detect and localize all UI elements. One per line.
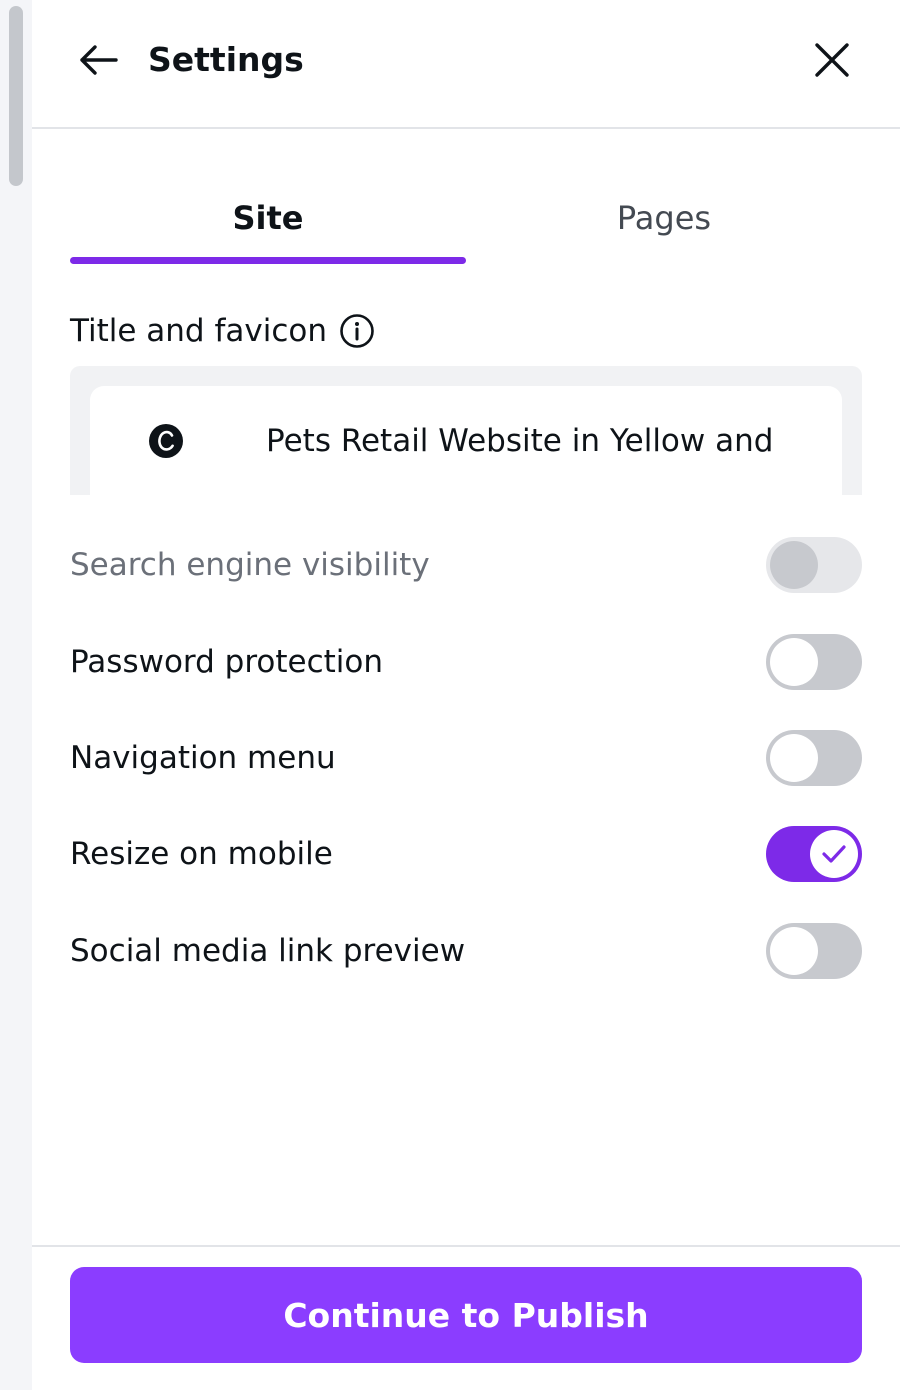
- setting-label: Search engine visibility: [70, 547, 430, 583]
- setting-row-password-protection: Password protection: [70, 632, 862, 692]
- continue-to-publish-button[interactable]: Continue to Publish: [70, 1267, 862, 1363]
- settings-app: Settings Site Pages Title and favicon Pe…: [0, 0, 900, 1390]
- toggle-knob: [810, 830, 858, 878]
- resize-on-mobile-toggle[interactable]: [766, 826, 862, 882]
- tab-site[interactable]: Site: [70, 180, 466, 256]
- title-favicon-label: Title and favicon: [70, 313, 327, 349]
- close-icon: [815, 43, 849, 77]
- toggle-knob: [770, 541, 818, 589]
- title-favicon-heading: Title and favicon: [70, 306, 375, 356]
- setting-row-resize-on-mobile: Resize on mobile: [70, 824, 862, 884]
- tab-bar: Site Pages: [70, 180, 862, 266]
- navigation-menu-toggle[interactable]: [766, 730, 862, 786]
- back-button[interactable]: [76, 38, 120, 82]
- setting-row-social-media-link-preview: Social media link preview: [70, 921, 862, 981]
- panel-footer: Continue to Publish: [32, 1245, 900, 1390]
- password-protection-toggle[interactable]: [766, 634, 862, 690]
- check-icon: [822, 845, 846, 863]
- panel-header: Settings: [32, 0, 900, 129]
- arrow-left-icon: [80, 45, 118, 75]
- setting-label: Resize on mobile: [70, 836, 333, 872]
- page-title: Settings: [148, 40, 304, 79]
- setting-row-search-engine-visibility: Search engine visibility: [70, 535, 862, 595]
- left-rail: [0, 0, 32, 1390]
- scrollbar-thumb[interactable]: [9, 6, 23, 186]
- toggle-knob: [770, 927, 818, 975]
- social-media-link-preview-toggle[interactable]: [766, 923, 862, 979]
- setting-label: Navigation menu: [70, 740, 336, 776]
- toggle-knob: [770, 638, 818, 686]
- tab-pages[interactable]: Pages: [466, 180, 862, 256]
- title-favicon-box: Pets Retail Website in Yellow and: [70, 366, 862, 506]
- setting-label: Password protection: [70, 644, 384, 680]
- site-title-value[interactable]: Pets Retail Website in Yellow and: [266, 416, 786, 466]
- settings-panel: Settings Site Pages Title and favicon Pe…: [32, 0, 900, 1390]
- setting-label: Social media link preview: [70, 933, 466, 969]
- close-button[interactable]: [810, 38, 854, 82]
- info-icon[interactable]: [339, 313, 375, 349]
- active-tab-indicator: [70, 257, 466, 264]
- site-title-field[interactable]: Pets Retail Website in Yellow and: [90, 386, 842, 506]
- setting-row-navigation-menu: Navigation menu: [70, 728, 862, 788]
- toggle-knob: [770, 734, 818, 782]
- canva-logo-icon[interactable]: [148, 423, 184, 459]
- search-engine-visibility-toggle: [766, 537, 862, 593]
